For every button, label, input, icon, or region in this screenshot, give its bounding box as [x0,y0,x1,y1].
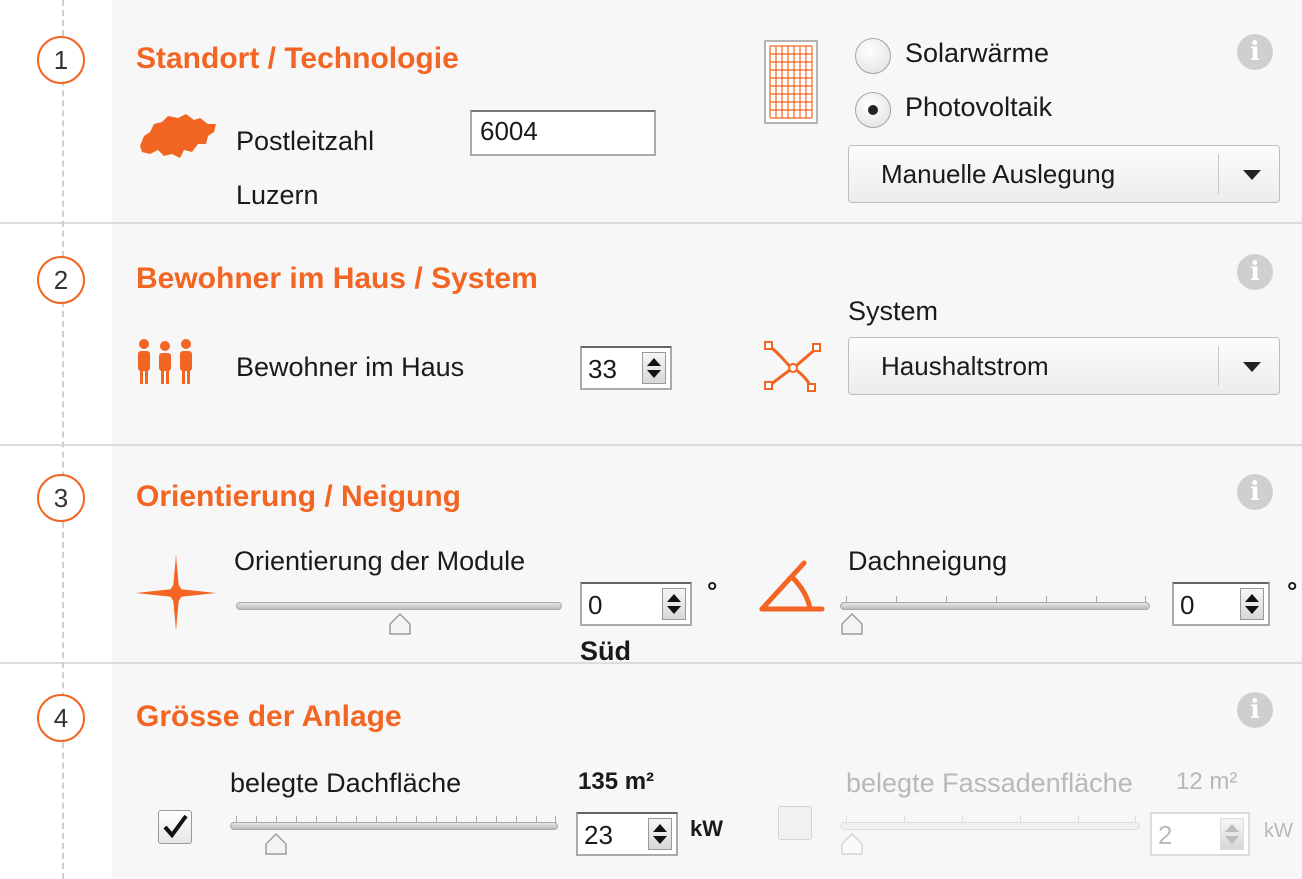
step-number-4: 4 [37,694,85,742]
roof-area-size: 135 m² [578,768,655,795]
roof-slider-track[interactable] [230,822,558,830]
facade-area-checkbox[interactable] [778,806,812,840]
tilt-value: 0 [1180,590,1195,620]
tilt-slider-track[interactable] [840,602,1150,610]
people-icon [138,339,192,384]
section-2-background [112,224,1302,444]
roof-power-value: 23 [584,820,613,850]
stepper-arrows-icon[interactable] [662,588,686,620]
system-value: Haushaltstrom [881,351,1049,381]
dropdown-separator [1218,154,1219,194]
info-icon[interactable]: i [1237,254,1273,290]
system-label: System [848,296,939,326]
orientation-direction: Süd [580,636,631,666]
dropdown-separator [1218,346,1219,386]
orientation-label: Orientierung der Module [234,546,526,576]
network-nodes-icon [764,341,821,392]
solar-panel-icon [764,40,818,124]
step-number-3: 3 [37,474,85,522]
postcode-label: Postleitzahl [236,126,375,156]
stepper-arrows-icon[interactable] [1220,818,1244,850]
step-number-1: 1 [37,36,85,84]
facade-power-stepper[interactable]: 2 [1150,812,1250,856]
kw-unit: kW [1264,820,1293,842]
step-timeline [62,0,64,879]
info-icon[interactable]: i [1237,34,1273,70]
roof-tilt-label: Dachneigung [848,546,1008,576]
degree-unit: ° [707,576,718,606]
chevron-down-icon [1243,170,1261,180]
kw-unit: kW [690,816,723,841]
tilt-slider-thumb[interactable] [838,612,866,636]
roof-slider-thumb[interactable] [262,832,290,856]
facade-slider-track[interactable] [840,822,1140,830]
stepper-arrows-icon[interactable] [648,818,672,850]
stepper-arrows-icon[interactable] [1240,588,1264,620]
facade-area-label: belegte Fassadenfläche [846,768,1133,798]
tilt-stepper[interactable]: 0 [1172,582,1270,626]
solarwaerme-radio[interactable] [855,38,891,74]
section-title-orientierung: Orientierung / Neigung [136,480,462,513]
orientation-slider-thumb[interactable] [386,612,414,636]
orientation-value: 0 [588,590,603,620]
section-title-standort: Standort / Technologie [136,42,459,75]
system-dropdown[interactable]: Haushaltstrom [848,337,1280,395]
switzerland-map-icon [140,114,216,158]
design-mode-value: Manuelle Auslegung [881,159,1116,189]
roof-area-checkbox[interactable] [158,810,192,844]
info-icon[interactable]: i [1237,692,1273,728]
solar-calculator-form: 1 Standort / Technologie i Postleitzahl … [0,0,1302,879]
orientation-slider-track[interactable] [236,602,562,610]
chevron-down-icon [1243,362,1261,372]
design-mode-dropdown[interactable]: Manuelle Auslegung [848,145,1280,203]
roof-area-label: belegte Dachfläche [230,768,462,798]
solarwaerme-label: Solarwärme [905,38,1050,68]
residents-value: 33 [588,354,617,384]
section-title-bewohner: Bewohner im Haus / System [136,262,538,295]
photovoltaik-radio[interactable] [855,92,891,128]
residents-stepper[interactable]: 33 [580,346,672,390]
step-number-2: 2 [37,256,85,304]
info-icon[interactable]: i [1237,474,1273,510]
roof-angle-icon [759,560,825,612]
facade-power-value: 2 [1158,820,1173,850]
compass-star-icon [136,555,216,631]
stepper-arrows-icon[interactable] [642,352,666,384]
residents-label: Bewohner im Haus [236,352,465,382]
orientation-stepper[interactable]: 0 [580,582,692,626]
facade-area-size: 12 m² [1176,768,1238,795]
city-name: Luzern [236,180,319,210]
photovoltaik-label: Photovoltaik [905,92,1053,122]
postcode-input[interactable]: 6004 [470,110,656,156]
facade-slider-thumb[interactable] [838,832,866,856]
section-title-groesse: Grösse der Anlage [136,700,402,733]
roof-power-stepper[interactable]: 23 [576,812,678,856]
degree-unit: ° [1287,576,1298,606]
checkmark-icon [163,814,188,839]
